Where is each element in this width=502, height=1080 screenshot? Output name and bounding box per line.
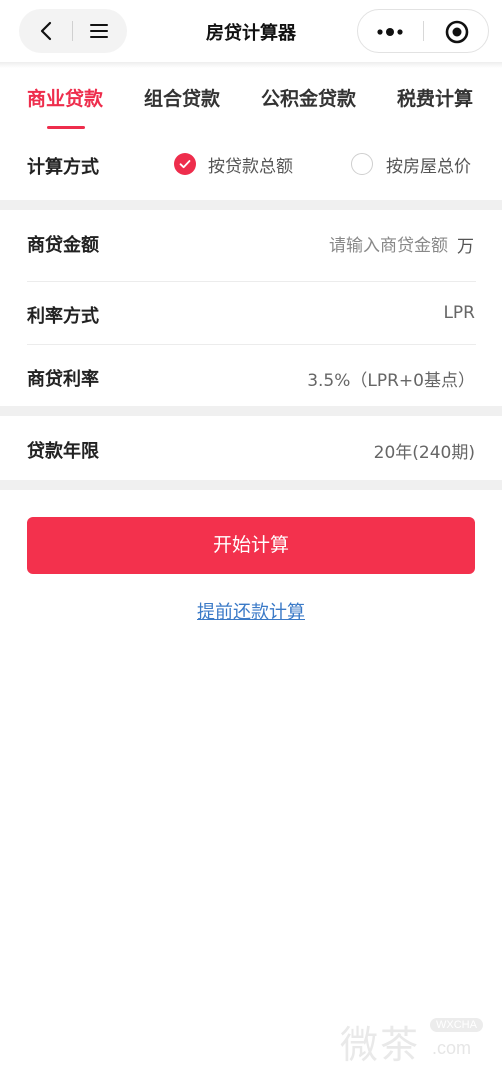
- check-icon: [179, 160, 191, 169]
- tab-commercial-loan[interactable]: 商业贷款: [27, 84, 103, 111]
- calc-method-label: 计算方式: [27, 157, 99, 178]
- nav-right-capsule: [357, 9, 489, 53]
- loan-term-value[interactable]: 20年(240期): [374, 438, 475, 463]
- tab-provident-fund-loan[interactable]: 公积金贷款: [261, 84, 356, 111]
- top-nav-bar: 房贷计算器: [0, 0, 502, 62]
- radio-by-loan-amount[interactable]: [174, 153, 196, 175]
- calc-method-row: 计算方式 按贷款总额 按房屋总价: [0, 136, 502, 198]
- more-dots-icon[interactable]: [372, 20, 408, 44]
- option-by-house-price-label[interactable]: 按房屋总价: [386, 152, 471, 177]
- section-divider: [0, 480, 502, 490]
- loan-rate-value[interactable]: 3.5%（LPR+0基点）: [307, 366, 475, 391]
- watermark-badge: WXCHA: [430, 1018, 483, 1032]
- loan-rate-label: 商贷利率: [27, 369, 99, 390]
- loan-amount-input[interactable]: [260, 230, 450, 262]
- nav-shadow: [0, 62, 502, 68]
- watermark-logo-text: 微茶: [340, 1023, 421, 1067]
- rate-mode-value[interactable]: LPR: [443, 303, 475, 323]
- tab-combined-loan[interactable]: 组合贷款: [144, 84, 220, 111]
- row-divider: [27, 281, 476, 282]
- section-divider: [0, 406, 502, 416]
- loan-type-tabs: 商业贷款 组合贷款 公积金贷款 税费计算: [0, 80, 502, 130]
- start-calculation-button[interactable]: 开始计算: [27, 517, 475, 574]
- rate-mode-label: 利率方式: [27, 306, 99, 327]
- loan-amount-label: 商贷金额: [27, 235, 99, 256]
- active-tab-indicator: [47, 126, 85, 129]
- watermark-domain: .com: [432, 1038, 472, 1058]
- tab-tax-calculation[interactable]: 税费计算: [397, 84, 473, 111]
- section-divider: [0, 200, 502, 210]
- row-divider: [27, 344, 476, 345]
- loan-amount-unit: 万: [457, 237, 474, 257]
- prepayment-calc-link[interactable]: 提前还款计算: [0, 598, 502, 624]
- radio-by-house-price[interactable]: [351, 153, 373, 175]
- capsule-divider: [423, 21, 424, 41]
- loan-term-label: 贷款年限: [27, 441, 99, 462]
- option-by-loan-amount-label[interactable]: 按贷款总额: [208, 152, 293, 177]
- close-miniprogram-icon[interactable]: [444, 19, 470, 45]
